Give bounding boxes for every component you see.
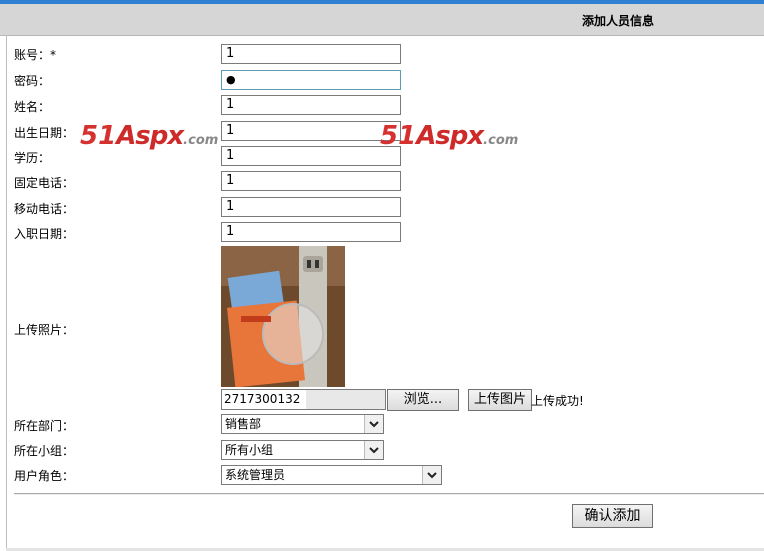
birthdate-label: 出生日期：	[14, 126, 75, 140]
chevron-down-icon	[422, 466, 441, 484]
landline-label: 固定电话：	[14, 176, 75, 190]
left-border	[6, 35, 7, 551]
photo-file-input[interactable]: 2717300132	[221, 389, 386, 410]
role-select[interactable]: 系统管理员	[221, 465, 442, 485]
department-selected: 销售部	[225, 417, 262, 431]
password-label: 密码：	[14, 74, 51, 88]
group-label: 所在小组：	[14, 444, 75, 458]
mobile-input[interactable]: 1	[221, 197, 401, 217]
watermark-logo: 51Aspx.com	[380, 121, 519, 151]
group-select[interactable]: 所有小组	[221, 440, 384, 460]
role-selected: 系统管理员	[225, 468, 286, 482]
education-label: 学历：	[14, 151, 51, 165]
page-title: 添加人员信息	[581, 14, 654, 28]
group-selected: 所有小组	[225, 443, 274, 457]
watermark-logo: 51Aspx.com	[80, 121, 219, 151]
hire-date-label: 入职日期：	[14, 227, 75, 241]
department-select[interactable]: 销售部	[221, 414, 384, 434]
landline-input[interactable]: 1	[221, 171, 401, 191]
birthdate-input[interactable]: 1	[221, 121, 401, 141]
role-label: 用户角色：	[14, 469, 75, 483]
upload-photo-button[interactable]: 上传图片	[468, 389, 532, 411]
photo-label: 上传照片：	[14, 323, 75, 337]
name-input[interactable]: 1	[221, 95, 401, 115]
file-name-text: 2717300132	[222, 390, 306, 409]
browse-button[interactable]: 浏览...	[387, 389, 459, 411]
chevron-down-icon	[364, 441, 383, 459]
page-header: 添加人员信息	[0, 4, 764, 36]
uploaded-photo	[221, 246, 345, 387]
hire-date-input[interactable]: 1	[221, 222, 401, 242]
education-input[interactable]: 1	[221, 146, 401, 166]
mobile-label: 移动电话：	[14, 202, 75, 216]
department-label: 所在部门：	[14, 419, 75, 433]
account-label: 账号：*	[14, 48, 57, 62]
password-input[interactable]: ●	[221, 70, 401, 90]
confirm-add-button[interactable]: 确认添加	[572, 504, 653, 528]
account-input[interactable]: 1	[221, 44, 401, 64]
form-divider-shadow	[14, 494, 764, 495]
chevron-down-icon	[364, 415, 383, 433]
name-label: 姓名：	[14, 100, 51, 114]
upload-status-text: 上传成功!	[531, 394, 584, 408]
